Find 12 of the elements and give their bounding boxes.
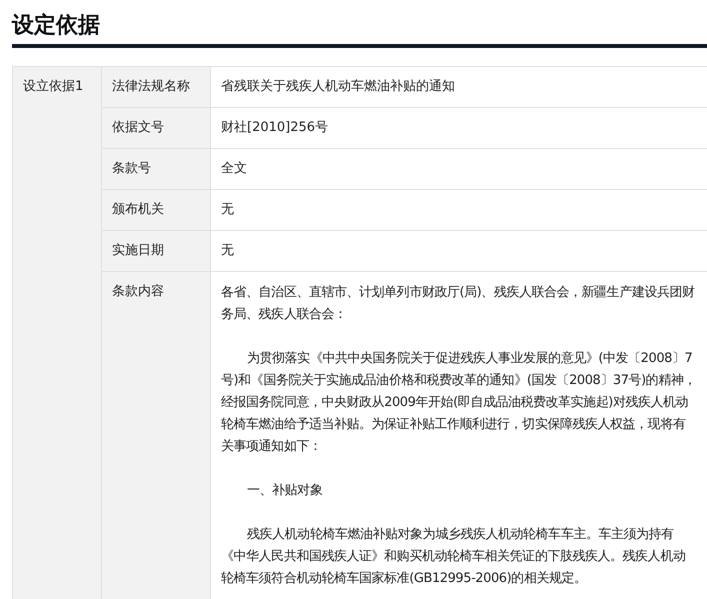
clause-paragraph: 一、补贴对象 [246, 482, 324, 500]
clause-paragraph: 残疾人机动轮椅车燃油补贴对象为城乡残疾人机动轮椅车车主。车主须为持有《中华人民共和国残疾人证》和购买机动轮椅车相关凭证的下肢残疾人。残疾人机动轮椅车须符合机动轮椅车国家标准(GB12995-2006)的相关规定。 [221, 526, 686, 588]
field-label-cell: 条款内容 [102, 272, 211, 599]
group-label: 设立依据1 [23, 79, 84, 94]
field-label-cell: 条款号 [102, 149, 211, 189]
field-label-cell: 依据文号 [102, 108, 211, 148]
field-label-cell: 实施日期 [102, 231, 211, 271]
field-label-cell: 法律法规名称 [102, 67, 211, 107]
clause-paragraph: 各省、自治区、直辖市、计划单列市财政厅(局)、残疾人联合会，新疆生产建设兵团财务局、残疾人联合会： [221, 284, 696, 324]
clause-paragraph: 为贯彻落实《中共中央国务院关于促进残疾人事业发展的意见》(中发〔2008〕7号)和《国务院关于实施成品油价格和税费改革的通知》(国发〔2008〕37号)的精神，经报国务院同意，中央财政从2009年开始(即自成品油税费改革实施起)对残疾人机动轮椅车燃油给予适当补贴。为保证补贴工作顺利进行，切实保障残疾人权益，现将有关事项通知如下： [221, 350, 696, 456]
section-title: 设定依据 [12, 12, 101, 40]
field-label-cell: 颁布机关 [102, 190, 211, 230]
